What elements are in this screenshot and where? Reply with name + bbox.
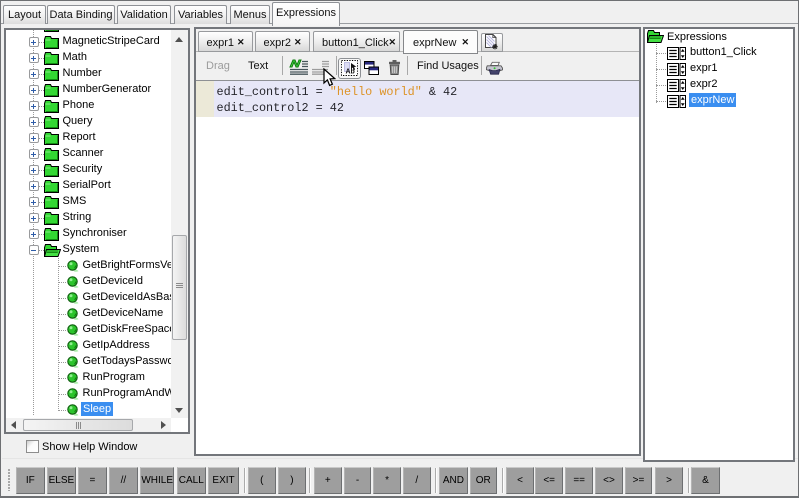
svg-text:Ab: Ab bbox=[346, 69, 355, 76]
